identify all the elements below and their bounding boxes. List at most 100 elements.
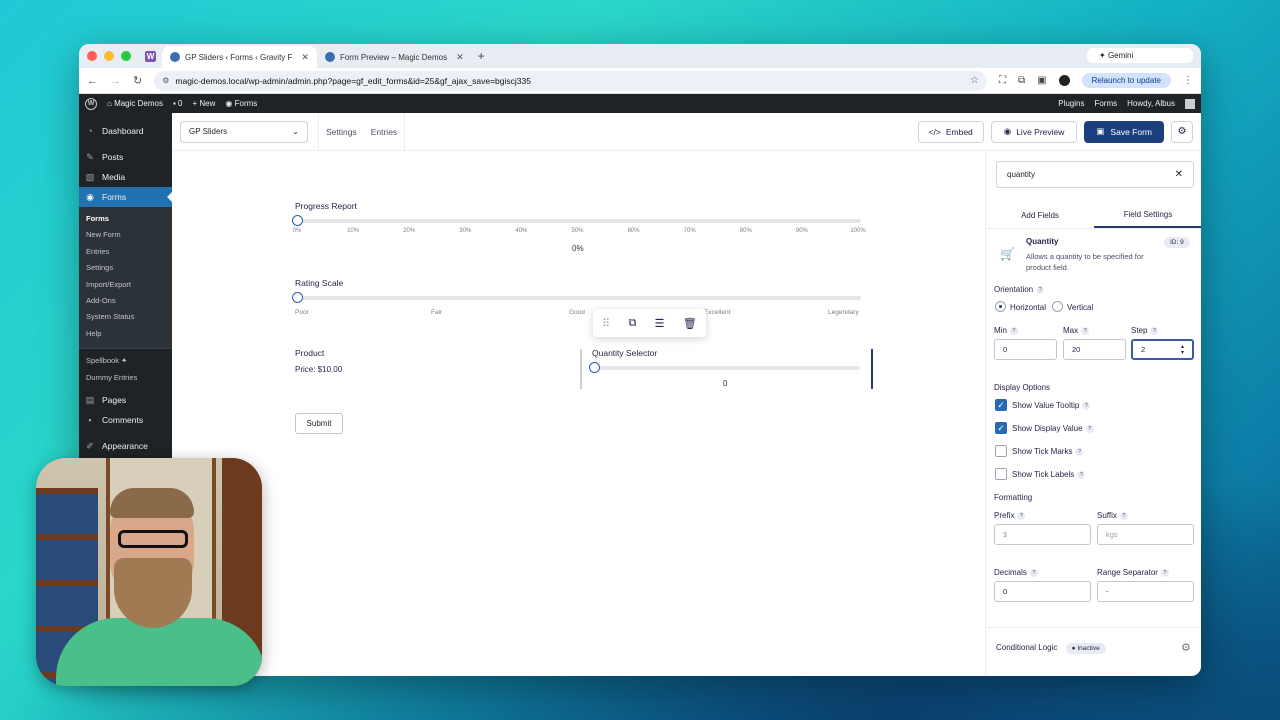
new-tab-button[interactable]: + [478,49,485,63]
pin-icon: ✎ [86,152,94,162]
site-info-icon[interactable]: ⚙ [162,76,169,85]
show-tick-marks-label[interactable]: Show Tick Marks? [1012,447,1084,456]
side-panel-icon[interactable]: ▣ [1037,75,1046,86]
form-switcher-select[interactable]: GP Sliders ⌄ [180,120,308,143]
minimize-window-button[interactable] [104,51,114,61]
progress-slider-knob[interactable] [292,215,303,226]
orientation-vertical-label[interactable]: Vertical [1067,303,1093,312]
plugins-link[interactable]: Plugins [1058,99,1084,108]
orientation-vertical-radio[interactable] [1052,301,1063,312]
field-id-badge: ID: 9 [1164,237,1190,248]
comments-link[interactable]: ▪ 0 [173,99,183,108]
range-separator-label: Range Separator? [1097,568,1169,577]
forward-icon[interactable]: → [110,75,121,87]
close-window-button[interactable] [87,51,97,61]
forms-link[interactable]: Forms [1094,99,1117,108]
close-tab-icon[interactable]: ✕ [301,52,309,63]
step-input[interactable]: 2 ▴ ▾ [1131,339,1194,360]
gemini-button[interactable]: ✦ Gemini [1087,48,1193,63]
back-icon[interactable]: ← [87,75,98,87]
pinned-tab-icon[interactable]: W [145,50,156,62]
stepper-arrows-icon[interactable]: ▴ ▾ [1181,344,1184,356]
show-tick-marks-checkbox[interactable] [995,445,1007,457]
wordpress-logo-icon[interactable]: W [85,97,97,110]
close-tab-icon[interactable]: ✕ [456,52,464,63]
show-value-tooltip-label[interactable]: Show Value Tooltip? [1012,401,1091,410]
drag-handle-icon[interactable]: ⠿ [602,317,610,330]
sidebar-item-posts[interactable]: ✎ Posts [79,147,172,167]
tab-gp-sliders[interactable]: GP Sliders ‹ Forms ‹ Gravity F ✕ [162,46,317,68]
sidebar-item-forms[interactable]: ◉ Forms [79,187,172,207]
rating-slider-track[interactable] [297,296,861,300]
sidebar-item-dashboard[interactable]: ◔ Dashboard [79,121,172,141]
settings-gear-icon[interactable]: ⚙ [1171,120,1193,143]
relaunch-button[interactable]: Relaunch to update [1081,73,1171,88]
tab-form-preview[interactable]: Form Preview – Magic Demos ✕ [317,46,472,68]
submit-button[interactable]: Submit [295,413,343,434]
show-tick-labels-label[interactable]: Show Tick Labels? [1012,470,1086,479]
rating-scale-label: Rating Scale [295,278,344,288]
address-bar[interactable]: ⚙ magic-demos.local/wp-admin/admin.php?p… [154,70,988,91]
browser-menu-icon[interactable]: ⋮ [1183,75,1193,86]
submenu-item-entries[interactable]: Entries [79,244,172,260]
rating-slider-knob[interactable] [292,292,303,303]
entries-link[interactable]: Entries [364,113,404,151]
show-display-value-checkbox[interactable]: ✓ [995,422,1007,434]
suffix-input[interactable]: kgs [1097,524,1194,545]
trash-icon[interactable]: 🗑 [683,317,697,330]
screenshot-icon[interactable]: ⛶ [999,75,1006,86]
show-value-tooltip-checkbox[interactable]: ✓ [995,399,1007,411]
site-name-link[interactable]: ⌂ Magic Demos [107,99,163,108]
sidebar-item-appearance[interactable]: ✐ Appearance [79,436,172,456]
decimals-input[interactable]: 0 [994,581,1091,602]
forms-adminbar-link[interactable]: ◉ Forms [225,99,257,108]
orientation-horizontal-radio[interactable] [995,301,1006,312]
tab-strip: W GP Sliders ‹ Forms ‹ Gravity F ✕ Form … [79,44,1201,68]
panel-tabs: Add Fields Field Settings [986,203,1201,229]
submenu-item-import-export[interactable]: Import/Export [79,277,172,293]
prefix-input[interactable]: $ [994,524,1091,545]
sidebar-item-spellbook[interactable]: Spellbook ✦ [79,353,172,369]
quantity-slider-track[interactable] [594,366,860,370]
maximize-window-button[interactable] [121,51,131,61]
field-search-input[interactable]: quantity ✕ [996,161,1194,188]
submenu-item-settings[interactable]: Settings [79,260,172,276]
user-avatar[interactable] [1185,98,1195,109]
howdy-user[interactable]: Howdy, Albus [1127,99,1175,108]
reload-icon[interactable]: ↻ [133,74,142,87]
progress-slider-track[interactable] [297,219,861,223]
save-form-button[interactable]: ▣ Save Form [1084,120,1164,143]
orientation-horizontal-label[interactable]: Horizontal [1010,303,1046,312]
new-content-link[interactable]: + New [192,99,215,108]
tab-field-settings[interactable]: Field Settings [1094,203,1201,228]
range-separator-input[interactable]: - [1097,581,1194,602]
conditional-logic-gear-icon[interactable]: ⚙ [1181,641,1191,654]
sidebar-item-pages[interactable]: ▤ Pages [79,390,172,410]
live-preview-button[interactable]: ◉ Live Preview [990,120,1078,143]
clear-search-icon[interactable]: ✕ [1175,169,1183,180]
settings-link[interactable]: Settings [319,113,364,151]
duplicate-icon[interactable]: ⧉ [629,317,637,330]
submenu-item-system-status[interactable]: System Status [79,309,172,325]
conditional-logic-row[interactable]: Conditional Logic ● Inactive [996,643,1106,654]
bookmark-star-icon[interactable]: ☆ [970,75,979,86]
sliders-settings-icon[interactable]: ☰ [655,317,665,330]
max-input[interactable]: 20 [1063,339,1126,360]
submenu-item-help[interactable]: Help [79,326,172,342]
sidebar-item-dummy-entries[interactable]: Dummy Entries [79,370,172,386]
show-tick-labels-checkbox[interactable] [995,468,1007,480]
embed-button[interactable]: </> Embed [917,120,984,143]
sidebar-item-media[interactable]: ▧ Media [79,167,172,187]
min-input[interactable]: 0 [994,339,1057,360]
quantity-slider-knob[interactable] [589,362,600,373]
submenu-item-forms[interactable]: Forms [79,211,172,227]
show-display-value-label[interactable]: Show Display Value? [1012,424,1094,433]
submenu-item-new-form[interactable]: New Form [79,227,172,243]
sidebar-item-comments[interactable]: ▪ Comments [79,410,172,430]
prefix-label: Prefix? [994,511,1026,520]
profile-avatar[interactable] [1058,75,1070,86]
form-canvas: Progress Report 0% 10% 20% 30% 40% 50% 60% 70% 8… [172,151,984,676]
tab-add-fields[interactable]: Add Fields [986,203,1094,228]
submenu-item-add-ons[interactable]: Add-Ons [79,293,172,309]
extensions-icon[interactable]: ⧉ [1018,75,1025,86]
